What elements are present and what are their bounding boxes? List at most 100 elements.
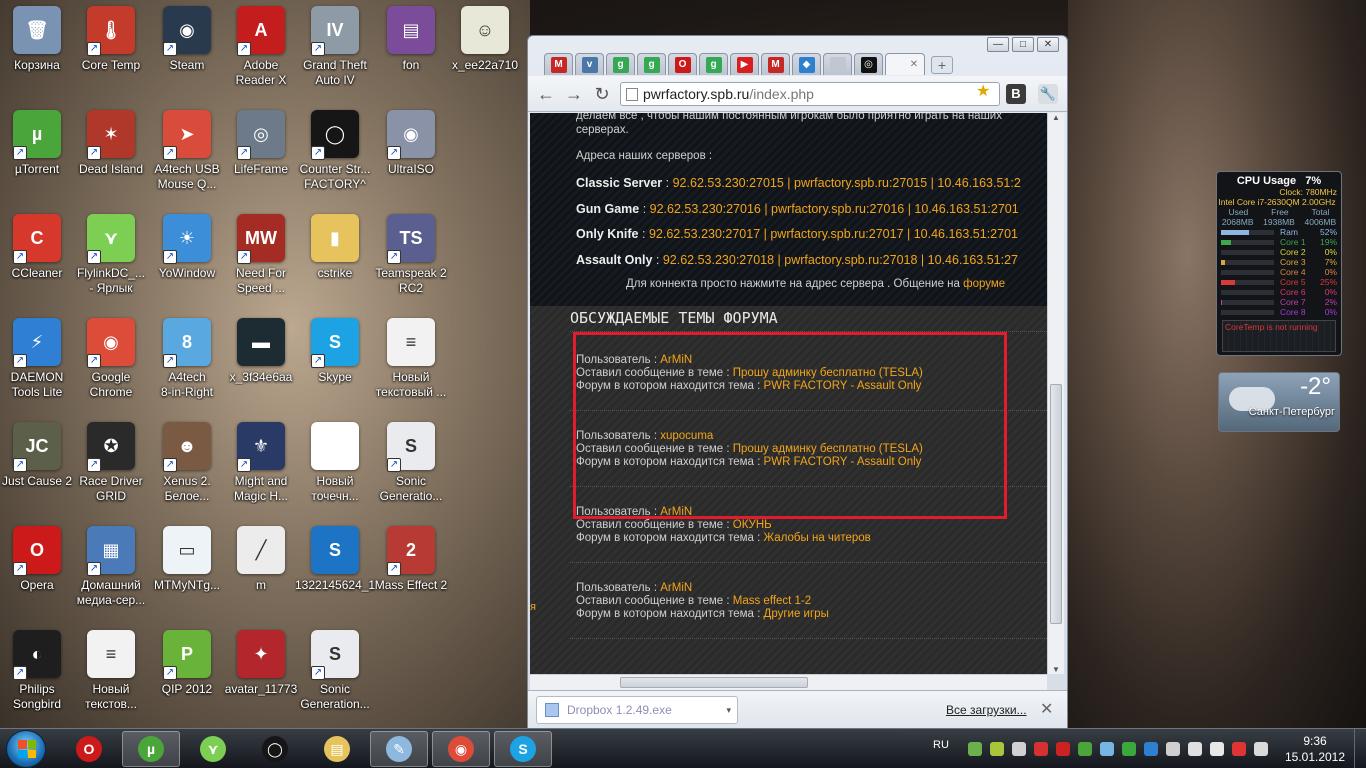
taskbar-button[interactable]: ◯	[246, 731, 304, 767]
bookmark-star-icon[interactable]: ★	[976, 81, 990, 101]
topic-link[interactable]: Mass effect 1-2	[733, 595, 811, 607]
extension-b-icon[interactable]: B	[1006, 84, 1026, 104]
desktop-icon[interactable]: ✪ ↗ Race Driver GRID	[74, 422, 148, 522]
desktop-icon[interactable]: ◎ ↗ LifeFrame	[224, 110, 298, 210]
forum-category-link[interactable]: Жалобы на читеров	[764, 532, 871, 544]
desktop-icon[interactable]: ▬ x_3f34e6aa	[224, 318, 298, 418]
taskbar-button[interactable]: O	[60, 731, 118, 767]
desktop-icon[interactable]: P ↗ QIP 2012	[150, 630, 224, 730]
desktop-icon[interactable]: ▭ MTMyNTg...	[150, 526, 224, 626]
vertical-scroll-thumb[interactable]	[1050, 384, 1062, 624]
download-item[interactable]: Dropbox 1.2.49.exe ▾	[536, 696, 738, 724]
desktop-icon[interactable]: ⚜ ↗ Might and Magic H...	[224, 422, 298, 522]
taskbar-button[interactable]: ⋎	[184, 731, 242, 767]
browser-tab[interactable]	[823, 53, 852, 75]
desktop-icon[interactable]: O ↗ Opera	[0, 526, 74, 626]
maximize-button[interactable]: □	[1012, 37, 1034, 52]
new-tab-button[interactable]: +	[931, 56, 953, 74]
browser-tab[interactable]: g	[606, 53, 635, 75]
tray-check-icon[interactable]	[968, 742, 982, 756]
horizontal-scroll-thumb[interactable]	[620, 677, 808, 688]
desktop-icon[interactable]: MW ↗ Need For Speed ...	[224, 214, 298, 314]
address-bar[interactable]: pwrfactory.spb.ru/index.php	[620, 82, 1000, 106]
desktop-icon[interactable]: ➤ ↗ A4tech USB Mouse Q...	[150, 110, 224, 210]
server-address-link[interactable]: 92.62.53.230:27018 | pwrfactory.spb.ru:2…	[663, 253, 1018, 267]
desktop-icon[interactable]: TS ↗ Teamspeak 2 RC2	[374, 214, 448, 314]
desktop-icon[interactable]: ☺ x_ee22a710	[448, 6, 522, 106]
tray-nvidia-icon[interactable]	[1122, 742, 1136, 756]
desktop-icon[interactable]: ⚡ ↗ DAEMON Tools Lite	[0, 318, 74, 418]
browser-tab[interactable]: v	[575, 53, 604, 75]
browser-tab[interactable]: M	[761, 53, 790, 75]
desktop-icon[interactable]: C ↗ CCleaner	[0, 214, 74, 314]
desktop-icon[interactable]: S ↗ Sonic Generatio...	[374, 422, 448, 522]
desktop-icon[interactable]: 🗑 Корзина	[0, 6, 74, 106]
desktop-icon[interactable]: Новый точечн...	[298, 422, 372, 522]
tray-shield-icon[interactable]	[1232, 742, 1246, 756]
clock[interactable]: 9:36 15.01.2012	[1280, 733, 1350, 765]
browser-tab[interactable]: ▶	[730, 53, 759, 75]
taskbar-button[interactable]: S	[494, 731, 552, 767]
desktop-icon[interactable]: ◐ ↗ Philips Songbird	[0, 630, 74, 730]
desktop-icon[interactable]: ╱ m	[224, 526, 298, 626]
desktop-icon[interactable]: ⋎ ↗ FlylinkDC_... - Ярлык	[74, 214, 148, 314]
tray-utorrent-icon[interactable]	[1078, 742, 1092, 756]
desktop-icon[interactable]: ☀ ↗ YoWindow	[150, 214, 224, 314]
all-downloads-link[interactable]: Все загрузки...	[946, 703, 1027, 717]
desktop-icon[interactable]: ▤ fon	[374, 6, 448, 106]
reload-icon[interactable]: ↻	[592, 84, 612, 105]
desktop-icon[interactable]: S 1322145624_1	[295, 526, 375, 626]
browser-tab[interactable]: g	[699, 53, 728, 75]
tray-app-icon[interactable]	[990, 742, 1004, 756]
close-window-button[interactable]: ✕	[1037, 37, 1059, 52]
browser-tab[interactable]: ◆	[792, 53, 821, 75]
desktop-icon[interactable]: IV ↗ Grand Theft Auto IV	[298, 6, 372, 106]
horizontal-scrollbar[interactable]	[530, 674, 1047, 690]
volume-icon[interactable]	[1012, 742, 1026, 756]
browser-tab[interactable]: O	[668, 53, 697, 75]
weather-gadget[interactable]: -2° Санкт-Петербург	[1218, 372, 1340, 432]
desktop-icon[interactable]: ◉ ↗ UltraISO	[374, 110, 448, 210]
scroll-up-icon[interactable]: ▲	[1052, 113, 1060, 122]
taskbar-button[interactable]: ✎	[370, 731, 428, 767]
forum-link[interactable]: форуме	[963, 278, 1005, 290]
minimize-button[interactable]: —	[987, 37, 1009, 52]
tray-dropbox-icon[interactable]	[1144, 742, 1158, 756]
wifi-icon[interactable]	[1210, 742, 1224, 756]
chevron-down-icon[interactable]: ▾	[726, 697, 731, 723]
server-address-link[interactable]: 92.62.53.230:27016 | pwrfactory.spb.ru:2…	[650, 202, 1019, 216]
topic-link[interactable]: ОКУНЬ	[733, 519, 772, 531]
forward-icon[interactable]: →	[564, 84, 584, 105]
desktop-icon[interactable]: ◯ ↗ Counter Str... FACTORY^	[298, 110, 372, 210]
speaker-icon[interactable]	[1254, 742, 1268, 756]
forum-category-link[interactable]: Другие игры	[764, 608, 829, 620]
desktop-icon[interactable]: JC ↗ Just Cause 2	[0, 422, 74, 522]
close-icon[interactable]: ✕	[1040, 699, 1053, 719]
desktop-icon[interactable]: ≡ Новый текстов...	[74, 630, 148, 730]
user-link[interactable]: ArMiN	[660, 582, 692, 594]
tray-opera-icon[interactable]	[1056, 742, 1070, 756]
desktop-icon[interactable]: 8 ↗ A4tech 8-in-Right	[150, 318, 224, 418]
tray-flag-icon[interactable]	[1166, 742, 1180, 756]
back-icon[interactable]: ←	[536, 84, 556, 105]
desktop-icon[interactable]: ▦ ↗ Домашний медиа-сер...	[74, 526, 148, 626]
language-indicator[interactable]: RU	[933, 739, 949, 751]
scroll-down-icon[interactable]: ▼	[1052, 665, 1060, 674]
tab-close-icon[interactable]: ✕	[910, 59, 918, 70]
desktop-icon[interactable]: ◉ ↗ Steam	[150, 6, 224, 106]
start-button[interactable]	[6, 730, 46, 768]
desktop-icon[interactable]: ✦ avatar_11773	[224, 630, 298, 730]
desktop-icon[interactable]: ≡ Новый текстовый ...	[374, 318, 448, 418]
wrench-icon[interactable]: 🔧	[1038, 84, 1058, 104]
desktop-icon[interactable]: S ↗ Sonic Generation...	[298, 630, 372, 730]
cpu-usage-gadget[interactable]: CPU Usage 7% Clock: 780MHz Intel Core i7…	[1216, 171, 1342, 356]
desktop-icon[interactable]: A ↗ Adobe Reader X	[224, 6, 298, 106]
tray-bug-icon[interactable]	[1034, 742, 1048, 756]
active-tab[interactable]: ✕	[885, 53, 925, 75]
vertical-scrollbar[interactable]: ▲ ▼	[1047, 113, 1064, 674]
browser-tab[interactable]: M	[544, 53, 573, 75]
taskbar-button[interactable]: ▤	[308, 731, 366, 767]
desktop-icon[interactable]: ☻ ↗ Xenus 2. Белое...	[150, 422, 224, 522]
taskbar-button[interactable]: ◉	[432, 731, 490, 767]
desktop-icon[interactable]: S ↗ Skype	[298, 318, 372, 418]
